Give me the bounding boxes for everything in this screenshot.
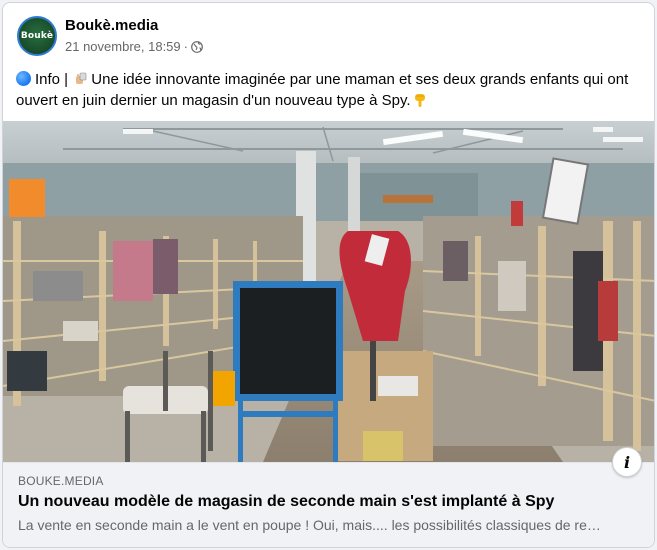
- info-dot-icon: [16, 71, 31, 86]
- hand-icon: [76, 72, 87, 84]
- info-icon: i: [623, 452, 631, 472]
- avatar[interactable]: Boukè: [17, 16, 57, 56]
- post-photo[interactable]: [3, 121, 654, 462]
- meta-separator: ·: [183, 39, 188, 54]
- post-text-body: Une idée innovante imaginée par une mama…: [16, 71, 629, 109]
- post-text-lead: Info |: [35, 71, 73, 88]
- post-header: Boukè Boukè.media 21 novembre, 18:59 ·: [17, 16, 637, 58]
- link-domain: BOUKE.MEDIA: [18, 474, 104, 488]
- post-card: Boukè Boukè.media 21 novembre, 18:59 · I…: [2, 2, 655, 548]
- post-date[interactable]: 21 novembre, 18:59: [65, 39, 181, 54]
- store-interior-image: [3, 121, 654, 462]
- globe-icon[interactable]: [191, 40, 203, 53]
- store-sign: [383, 195, 433, 203]
- pointing-down-icon: [414, 94, 425, 107]
- link-description: La vente en seconde main a le vent en po…: [18, 517, 601, 533]
- link-preview[interactable]: BOUKE.MEDIA Un nouveau modèle de magasin…: [3, 447, 654, 547]
- post-meta: 21 novembre, 18:59 ·: [65, 39, 203, 54]
- info-button[interactable]: i: [612, 447, 642, 477]
- link-title[interactable]: Un nouveau modèle de magasin de seconde …: [18, 493, 554, 511]
- post-text: Info | Une idée innovante imaginée par u…: [16, 69, 646, 111]
- avatar-logo-text: Boukè: [20, 31, 54, 41]
- page-name[interactable]: Boukè.media: [65, 17, 158, 34]
